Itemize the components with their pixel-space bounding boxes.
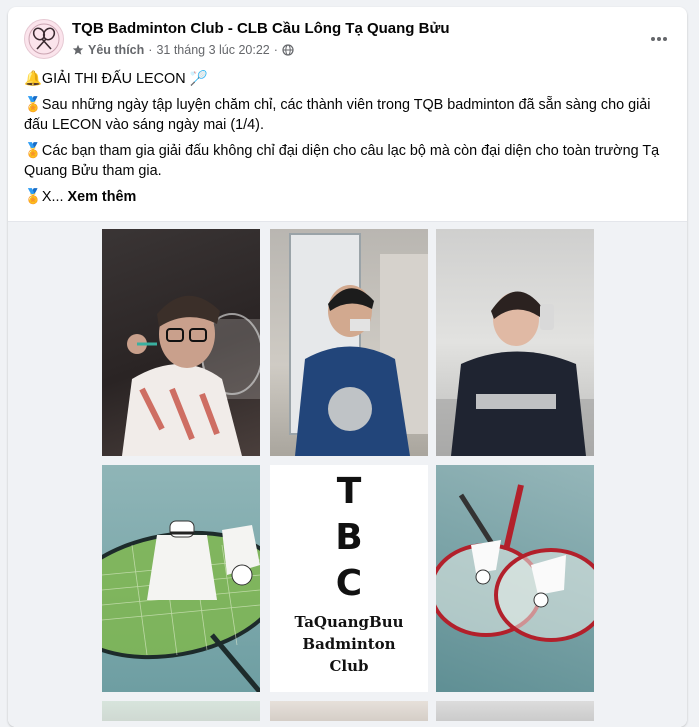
more-options-button[interactable] — [647, 27, 671, 51]
logo-sub-line-3: Club — [329, 657, 369, 675]
medal-icon: 🏅 — [24, 189, 42, 205]
player-photo-1 — [122, 295, 260, 456]
logo-letter-c: C — [335, 563, 363, 604]
photo-6[interactable] — [436, 465, 594, 692]
star-icon — [72, 44, 84, 55]
post-paragraph-3: 🏅X... Xem thêm — [24, 187, 671, 207]
post-content: 🔔GIẢI THI ĐẤU LECON 🏸 🏅Sau những ngày tậ… — [24, 69, 671, 213]
post-paragraph-2: 🏅Các bạn tham gia giải đấu không chỉ đại… — [24, 141, 671, 181]
page-name-link[interactable]: TQB Badminton Club - CLB Cầu Lông Tạ Qua… — [72, 20, 450, 37]
photo-8-partial[interactable] — [270, 701, 428, 721]
post-card: TQB Badminton Club - CLB Cầu Lông Tạ Qua… — [8, 7, 687, 727]
photo-1[interactable] — [102, 229, 260, 456]
globe-icon[interactable] — [282, 44, 294, 56]
player-photo-2 — [289, 233, 428, 456]
post-meta: Yêu thích · 31 tháng 3 lúc 20:22 · — [72, 43, 294, 57]
page-avatar[interactable] — [24, 19, 64, 59]
post-paragraph-1: 🏅Sau những ngày tập luyện chăm chỉ, các … — [24, 95, 671, 135]
shuttlecock-racket-photo — [102, 520, 260, 692]
medal-icon: 🏅 — [24, 97, 42, 113]
favorite-label[interactable]: Yêu thích — [88, 43, 144, 57]
post-paragraph-1-text: Sau những ngày tập luyện chăm chỉ, các t… — [24, 97, 651, 133]
photo-4[interactable] — [102, 465, 260, 692]
post-paragraph-2-text: Các bạn tham gia giải đấu không chỉ đại … — [24, 143, 660, 179]
post-header: TQB Badminton Club - CLB Cầu Lông Tạ Qua… — [24, 19, 671, 63]
tbc-logo-photo[interactable]: T B C TaQuangBuu Badminton Club — [270, 465, 428, 692]
medal-icon: 🏅 — [24, 143, 42, 159]
photo-2[interactable] — [270, 229, 428, 456]
photo-3[interactable] — [436, 229, 594, 456]
rackets-shuttlecocks-photo — [436, 484, 594, 642]
logo-letter-b: B — [335, 517, 363, 558]
photo-9-partial[interactable] — [436, 701, 594, 721]
photo-7-partial[interactable] — [102, 701, 260, 721]
meta-separator-2: · — [273, 43, 278, 57]
see-more-link[interactable]: Xem thêm — [68, 189, 137, 205]
player-photo-3 — [436, 291, 594, 456]
logo-letter-t: T — [336, 471, 362, 512]
meta-separator: · — [148, 43, 153, 57]
badminton-icon: 🏸 — [189, 71, 208, 87]
more-options-icon — [651, 37, 667, 41]
post-timestamp[interactable]: 31 tháng 3 lúc 20:22 — [156, 43, 269, 57]
crossed-rackets-icon — [28, 23, 60, 55]
bell-icon: 🔔 — [24, 71, 42, 87]
post-title-text: GIẢI THI ĐẤU LECON — [41, 71, 186, 87]
logo-sub-line-2: Badminton — [302, 635, 396, 653]
post-line-title: 🔔GIẢI THI ĐẤU LECON 🏸 — [24, 69, 671, 89]
logo-sub-line-1: TaQuangBuu — [294, 613, 404, 631]
post-paragraph-3-text: X... — [41, 189, 64, 205]
